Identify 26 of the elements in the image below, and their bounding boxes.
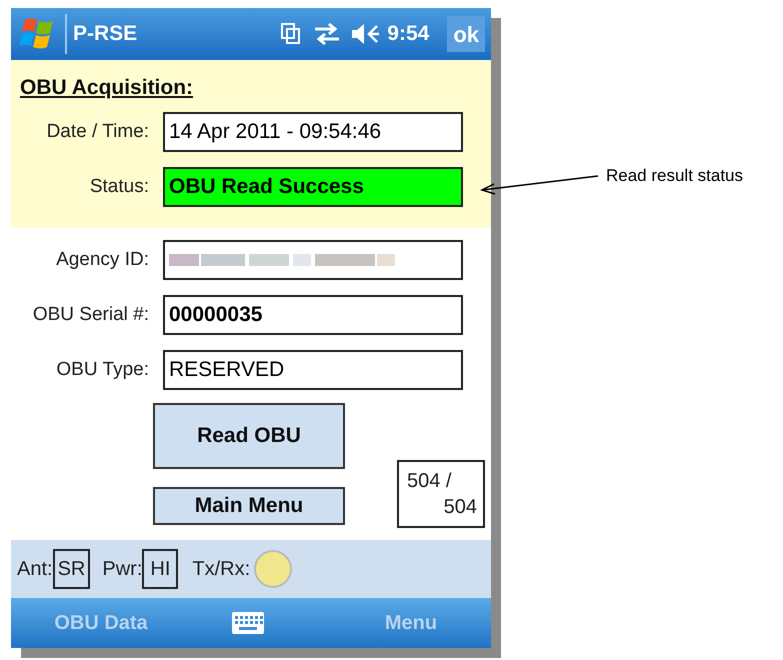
clock-time[interactable]: 9:54 — [387, 18, 430, 50]
power-label: Pwr: — [102, 557, 142, 582]
speaker-muted-icon[interactable] — [351, 23, 382, 45]
txrx-label: Tx/Rx: — [192, 557, 250, 582]
input-field[interactable] — [163, 240, 463, 280]
read-obu-button[interactable]: Read OBU — [153, 403, 345, 469]
field-label: Status: — [88, 174, 150, 199]
power-value: HI — [142, 549, 178, 589]
keyboard-icon[interactable] — [231, 611, 265, 635]
main-menu-button[interactable]: Main Menu — [153, 487, 345, 525]
connectivity-arrows-icon[interactable] — [313, 23, 342, 45]
annotation-text: Read result status — [606, 165, 744, 187]
field-label: OBU Type: — [55, 358, 150, 382]
antenna-label: Ant: — [17, 557, 53, 582]
field-label: OBU Serial #: — [32, 302, 150, 327]
field-label: Agency ID: — [55, 248, 150, 272]
read-counter: 504 / 504 — [397, 460, 485, 528]
status-field: OBU Read Success — [163, 167, 463, 207]
antenna-value: SR — [52, 549, 90, 589]
copy-icon[interactable] — [281, 23, 302, 45]
input-field[interactable]: 14 Apr 2011 - 09:54:46 — [163, 112, 463, 152]
field-label: Date / Time: — [46, 120, 150, 144]
input-field[interactable]: RESERVED — [163, 350, 463, 390]
app-title: P-RSE — [73, 21, 138, 48]
input-field[interactable]: 00000035 — [163, 295, 463, 335]
section-heading: OBU Acquisition: — [20, 76, 194, 99]
